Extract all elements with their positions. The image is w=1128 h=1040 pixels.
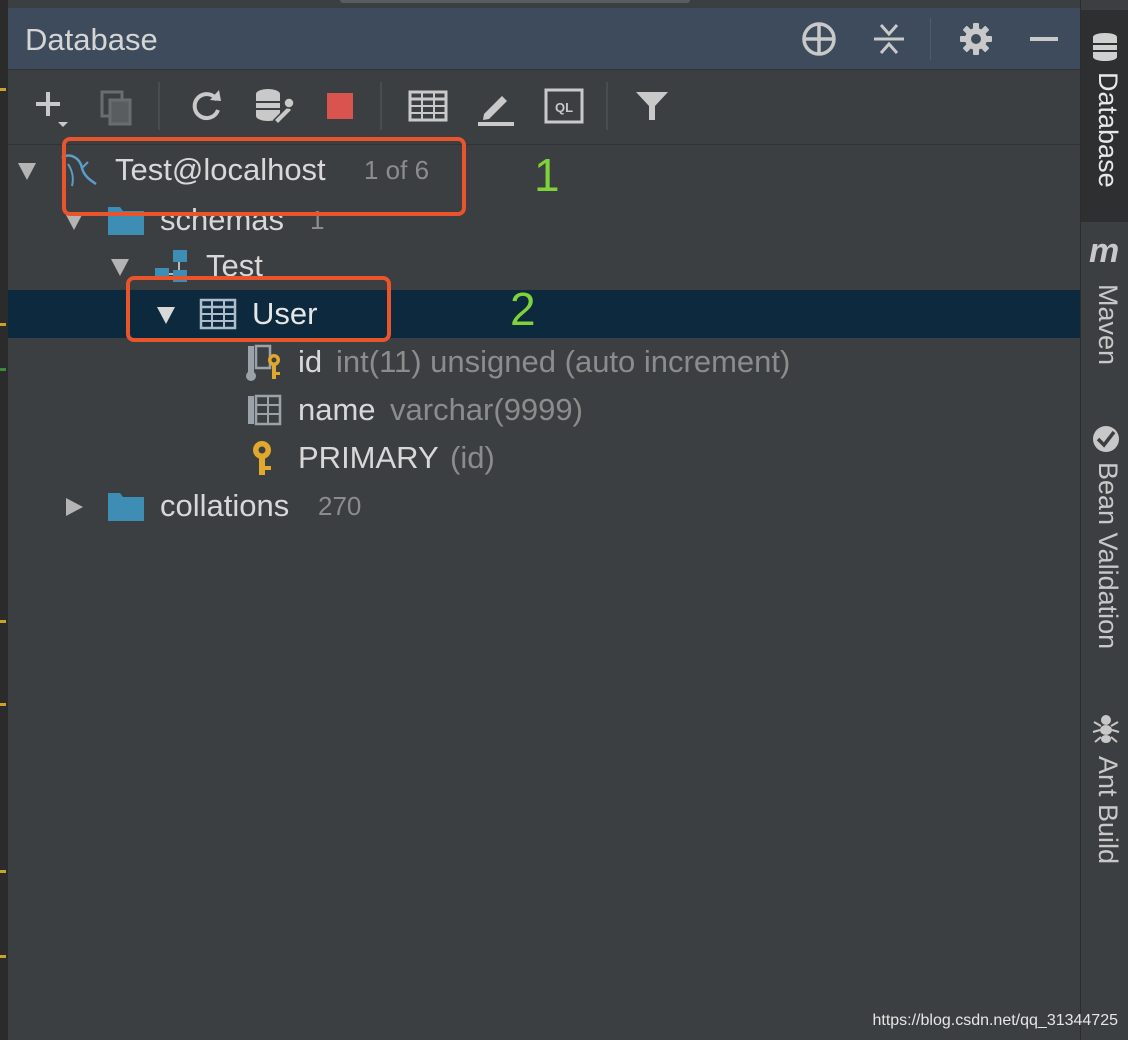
minimize-icon[interactable] (1025, 20, 1063, 58)
expand-arrow-icon[interactable] (17, 161, 37, 181)
key-icon (253, 441, 271, 475)
toolbar-separator (158, 82, 160, 130)
toolbar: QL (8, 70, 1080, 145)
maven-icon: m (1089, 232, 1120, 270)
duplicate-icon[interactable] (96, 84, 140, 128)
tool-tab-label: Database (1093, 72, 1123, 188)
header-separator (930, 18, 931, 60)
console-icon[interactable]: QL (542, 84, 586, 128)
gutter-marker (0, 870, 6, 873)
right-tool-bar: Database m Maven Bean Validation Ant Bui… (1080, 0, 1128, 1040)
bean-validation-icon (1093, 426, 1119, 452)
database-icon (1093, 33, 1117, 61)
tool-tab-label: Bean Validation (1093, 462, 1123, 650)
toolbar-separator (606, 82, 608, 130)
gutter-marker (0, 323, 6, 326)
annotation-number-1: 1 (534, 149, 560, 201)
watermark: https://blog.csdn.net/qq_31344725 (872, 1012, 1118, 1029)
column-name: name (298, 392, 376, 427)
tree-row-column[interactable]: name varchar(9999) (8, 386, 1080, 434)
annotation-box-1 (62, 137, 466, 216)
add-icon[interactable] (28, 84, 72, 128)
gutter-marker (0, 368, 6, 371)
table-editor-icon[interactable] (406, 84, 450, 128)
key-name: PRIMARY (298, 440, 439, 475)
edit-icon[interactable] (474, 84, 518, 128)
panel-header: Database (8, 8, 1080, 70)
tool-tab-bean-validation[interactable]: Bean Validation (1081, 420, 1128, 680)
column-icon (248, 394, 282, 426)
tool-tab-maven[interactable]: m Maven (1081, 232, 1128, 382)
refresh-icon[interactable] (184, 84, 228, 128)
ant-icon (1092, 715, 1120, 743)
filter-icon[interactable] (630, 84, 674, 128)
column-type: varchar(9999) (390, 392, 583, 427)
window-scroll-indicator (340, 0, 690, 3)
tree-row-key[interactable]: PRIMARY (id) (8, 434, 1080, 482)
tool-tab-label: Ant Build (1093, 756, 1123, 865)
db-properties-icon[interactable] (252, 84, 296, 128)
annotation-number-2: 2 (510, 283, 536, 335)
column-type: int(11) unsigned (auto increment) (336, 344, 791, 379)
tool-tab-ant-build[interactable]: Ant Build (1081, 710, 1128, 890)
expand-arrow-icon[interactable] (110, 257, 130, 277)
svg-text:QL: QL (555, 100, 573, 115)
gutter-marker (0, 955, 6, 958)
tool-tab-label: Maven (1093, 284, 1123, 366)
collations-count: 270 (318, 491, 362, 521)
editor-gutter (0, 0, 8, 1040)
gutter-marker (0, 88, 6, 91)
key-columns: (id) (450, 440, 495, 475)
tree-row-column[interactable]: id int(11) unsigned (auto increment) (8, 338, 1080, 386)
stop-icon[interactable] (318, 84, 362, 128)
annotation-box-2 (126, 276, 391, 342)
collapsed-arrow-icon[interactable] (64, 497, 84, 517)
toolbar-separator (380, 82, 382, 130)
folder-icon (108, 493, 144, 521)
gutter-marker (0, 620, 6, 623)
tree-row-collations[interactable]: collations 270 (8, 482, 1080, 530)
tool-tab-database[interactable]: Database (1081, 10, 1128, 222)
collations-label: collations (160, 488, 290, 523)
gear-icon[interactable] (957, 20, 995, 58)
column-name: id (298, 344, 323, 379)
primary-key-column-icon (246, 344, 280, 381)
target-icon[interactable] (800, 20, 838, 58)
panel-title: Database (25, 22, 158, 57)
gutter-marker (0, 703, 6, 706)
collapse-all-icon[interactable] (870, 20, 908, 58)
